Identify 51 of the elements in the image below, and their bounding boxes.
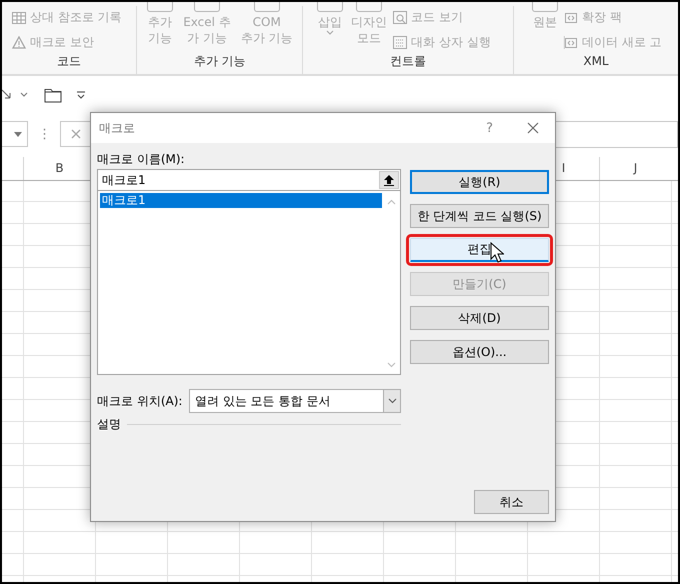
chevron-down-icon: [388, 398, 396, 404]
ribbon-button[interactable]: 추가 기능: [145, 2, 176, 52]
ribbon-button[interactable]: 삽입: [315, 2, 346, 52]
dialog-button[interactable]: 옵션(O)...: [410, 340, 549, 364]
window-title: 매크로: [99, 120, 136, 136]
ribbon-button[interactable]: 대화 상자 실행: [393, 33, 491, 52]
upload-icon[interactable]: [384, 174, 394, 186]
group-label: 추가 기능: [192, 53, 247, 70]
field-label: 매크로 이름(M):: [97, 151, 186, 168]
caret-icon: [14, 132, 22, 136]
cancel-button[interactable]: 취소: [474, 490, 549, 514]
group-label: 코드: [56, 53, 82, 70]
column-header[interactable]: J: [599, 157, 671, 180]
ribbon-button[interactable]: 원본: [530, 2, 560, 52]
field-label: 매크로 위치(A):: [97, 392, 182, 410]
caret-icon: [326, 30, 334, 36]
refresh-data-icon: [564, 36, 578, 49]
code-view-icon: [393, 11, 408, 24]
expansion-pack-icon: [564, 11, 578, 24]
close-icon[interactable]: [527, 122, 539, 134]
ribbon-button[interactable]: 상대 참조로 기록: [12, 8, 122, 27]
group-label: XML: [582, 53, 610, 70]
chevron-down-icon: [386, 362, 396, 368]
name-box[interactable]: [2, 121, 28, 147]
ribbon-button[interactable]: 매크로 보안: [12, 33, 122, 52]
input-field[interactable]: 매크로1: [97, 169, 401, 191]
macro-list[interactable]: 매크로1: [97, 191, 401, 375]
separator-glyph: ⋮: [38, 126, 51, 142]
grid-icon: [12, 12, 26, 24]
ribbon-button[interactable]: Excel 추 가 기능: [181, 2, 233, 52]
ribbon-button[interactable]: 코드 보기: [393, 8, 491, 27]
caret-icon: [20, 92, 28, 98]
warning-icon: [12, 36, 26, 49]
dialog-button[interactable]: 한 단계씩 코드 실행(S): [410, 204, 549, 228]
group-label: 컨트롤: [389, 53, 428, 70]
chevron-up-icon: [386, 199, 396, 205]
list-item[interactable]: 매크로1: [100, 193, 382, 208]
dialog-icon: [393, 36, 408, 49]
help-button[interactable]: ?: [486, 120, 493, 136]
dialog-button[interactable]: 실행(R): [410, 170, 549, 194]
location-dropdown[interactable]: 열려 있는 모든 통합 문서: [189, 389, 401, 413]
close-icon: [71, 129, 81, 139]
dialog-button[interactable]: 삭제(D): [410, 306, 549, 330]
ribbon-button[interactable]: 데이터 새로 고: [564, 33, 662, 52]
customize-icon[interactable]: [76, 90, 86, 100]
mouse-pointer-icon: [490, 242, 504, 263]
folder-icon[interactable]: [44, 87, 62, 103]
ribbon-button[interactable]: COM 추가 기능: [238, 2, 295, 52]
ribbon-button[interactable]: 확장 팩: [564, 8, 662, 27]
ribbon-button[interactable]: 디자인 모드: [349, 2, 390, 52]
section-label: 설명: [97, 416, 121, 433]
